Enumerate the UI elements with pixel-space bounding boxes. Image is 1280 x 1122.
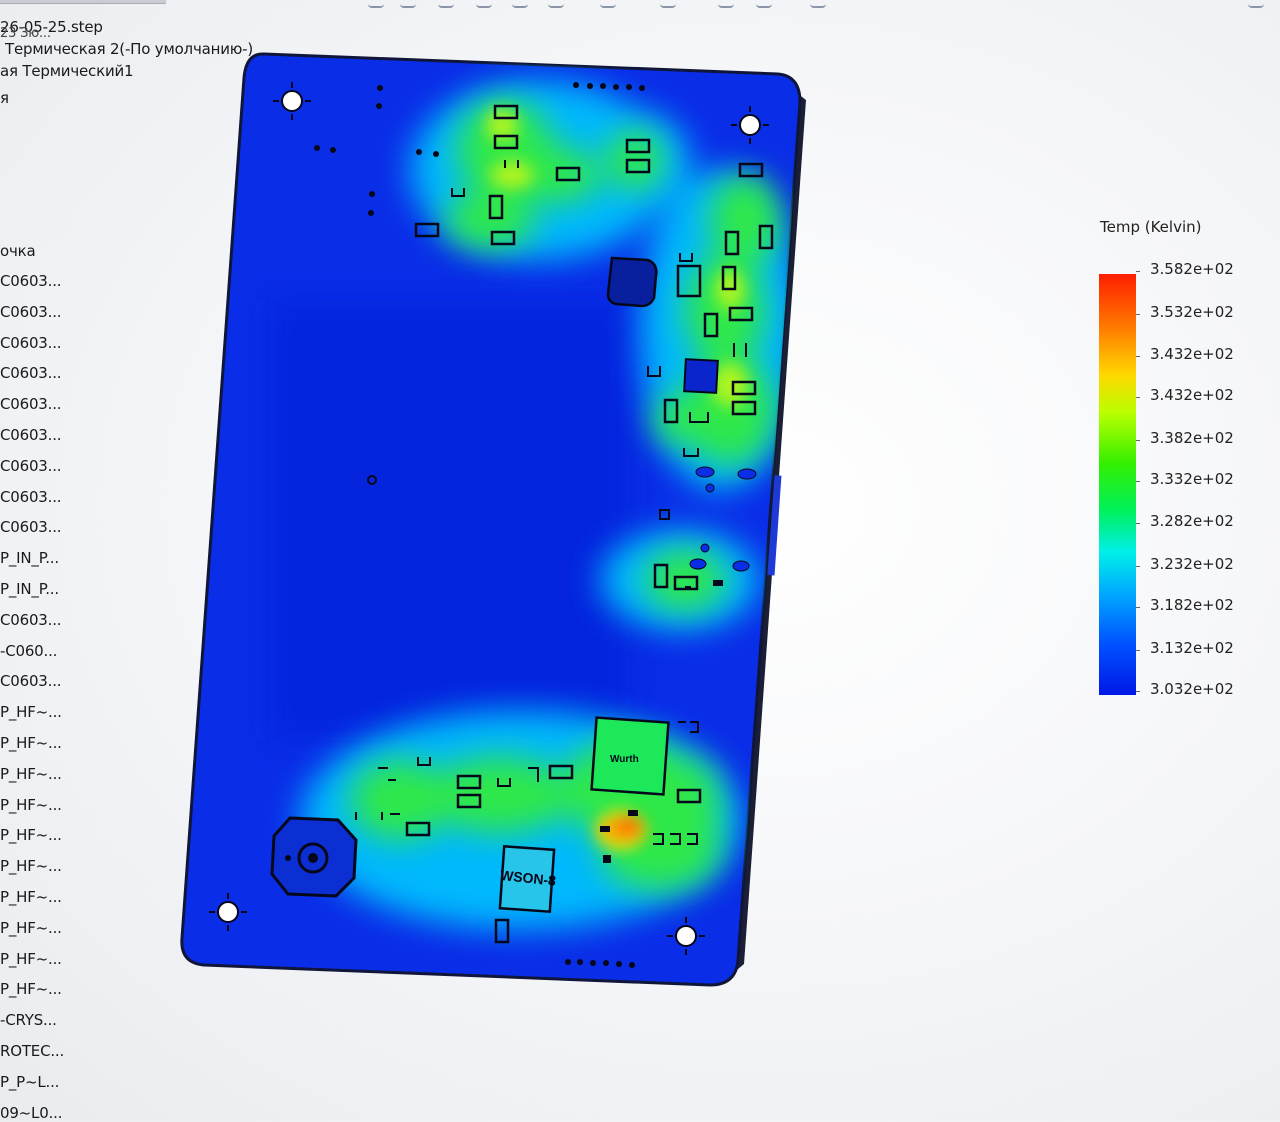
tree-item-part[interactable]: C0603...: [0, 334, 62, 352]
magnifier-icon[interactable]: [400, 0, 416, 8]
legend-value-label: 3.532e+02: [1150, 303, 1234, 321]
tree-file-overlap: 23 Зю...: [0, 26, 51, 41]
legend-value-label: 3.032e+02: [1150, 680, 1234, 698]
legend-value-label: 3.232e+02: [1150, 555, 1234, 573]
tree-item-part[interactable]: -CRYS...: [0, 1011, 57, 1029]
legend-tick: [1136, 650, 1140, 651]
tree-item-header[interactable]: ая Термический1: [0, 62, 134, 80]
legend-tick: [1136, 271, 1140, 272]
cursor-icon[interactable]: [1248, 0, 1264, 8]
inductor-label: Wurth: [610, 754, 639, 765]
tree-item-part[interactable]: C0603...: [0, 303, 62, 321]
legend-title: Temp (Kelvin): [1100, 218, 1202, 236]
legend-tick: [1136, 691, 1140, 692]
legend-value-label: 3.132e+02: [1150, 639, 1234, 657]
tree-item-part[interactable]: C0603...: [0, 364, 62, 382]
tree-item-part[interactable]: P_HF~...: [0, 796, 62, 814]
pencil-icon[interactable]: [756, 0, 772, 8]
tree-item-part[interactable]: P_HF~...: [0, 734, 62, 752]
pen-icon[interactable]: [368, 0, 384, 8]
legend-tick: [1136, 481, 1140, 482]
mounting-hole-bottom-left: [217, 901, 239, 923]
tree-item-part[interactable]: ROTEC...: [0, 1042, 64, 1060]
eye-icon[interactable]: [660, 0, 676, 8]
legend-color-bar: [1099, 274, 1136, 695]
mounting-hole-bottom-right: [675, 925, 697, 947]
tree-item-part[interactable]: P_HF~...: [0, 980, 62, 998]
pin-icon[interactable]: [718, 0, 734, 8]
tree-item-part[interactable]: P_HF~...: [0, 765, 62, 783]
ic-chip: [683, 358, 719, 394]
gear-icon[interactable]: [476, 0, 492, 8]
tree-item-part[interactable]: C0603...: [0, 426, 62, 444]
tree-item-part[interactable]: -C060...: [0, 642, 57, 660]
tree-item-part[interactable]: P_HF~...: [0, 950, 62, 968]
tree-item-part[interactable]: P_HF~...: [0, 857, 62, 875]
legend-tick: [1136, 566, 1140, 567]
tree-item-part[interactable]: P_HF~...: [0, 703, 62, 721]
tree-item-part[interactable]: C0603...: [0, 488, 62, 506]
grid-icon[interactable]: [810, 0, 826, 8]
legend-value-label: 3.432e+02: [1150, 345, 1234, 363]
wson8-package: WSON-8: [498, 844, 557, 914]
tree-item-part[interactable]: C0603...: [0, 611, 62, 629]
tree-item-part[interactable]: 09~L0...: [0, 1104, 62, 1122]
tree-item-part[interactable]: P_HF~...: [0, 888, 62, 906]
layers-icon[interactable]: [512, 0, 528, 8]
hand-icon[interactable]: [438, 0, 454, 8]
tree-item-part[interactable]: P_IN_P...: [0, 549, 59, 567]
legend-tick: [1136, 440, 1140, 441]
tree-item-part[interactable]: P_HF~...: [0, 919, 62, 937]
tree-item-part[interactable]: C0603...: [0, 395, 62, 413]
tree-item-header[interactable]: я: [0, 89, 9, 107]
mounting-hole-top-left: [281, 90, 303, 112]
legend-value-label: 3.382e+02: [1150, 429, 1234, 447]
legend-value-label: 3.332e+02: [1150, 470, 1234, 488]
temperature-legend: Temp (Kelvin) 3.582e+02 3.532e+02 3.432e+0…: [1090, 210, 1270, 710]
legend-value-label: 3.182e+02: [1150, 596, 1234, 614]
mounting-hole-top-right: [739, 114, 761, 136]
box-icon[interactable]: [600, 0, 616, 8]
tree-item-part[interactable]: P_IN_P...: [0, 580, 59, 598]
tree-item-part[interactable]: P_HF~...: [0, 826, 62, 844]
capacitor-can: [606, 256, 658, 308]
legend-tick: [1136, 356, 1140, 357]
tactile-switch: [270, 816, 358, 898]
tree-item-header[interactable]: очка: [0, 242, 36, 260]
legend-tick: [1136, 523, 1140, 524]
inductor: Wurth: [590, 716, 670, 796]
legend-value-label: 3.582e+02: [1150, 260, 1234, 278]
tree-item-part[interactable]: C0603...: [0, 518, 62, 536]
tree-item-part[interactable]: C0603...: [0, 672, 62, 690]
tree-item-part[interactable]: C0603...: [0, 457, 62, 475]
legend-value-label: 3.282e+02: [1150, 512, 1234, 530]
legend-tick: [1136, 314, 1140, 315]
tool-icon[interactable]: [548, 0, 564, 8]
legend-value-label: 3.432e+02: [1150, 386, 1234, 404]
legend-tick: [1136, 397, 1140, 398]
legend-tick: [1136, 607, 1140, 608]
tree-item-part[interactable]: C0603...: [0, 272, 62, 290]
tree-item-part[interactable]: P_P~L...: [0, 1073, 59, 1091]
pcb-thermal-model[interactable]: Wurth WSON-8: [160, 40, 820, 1000]
